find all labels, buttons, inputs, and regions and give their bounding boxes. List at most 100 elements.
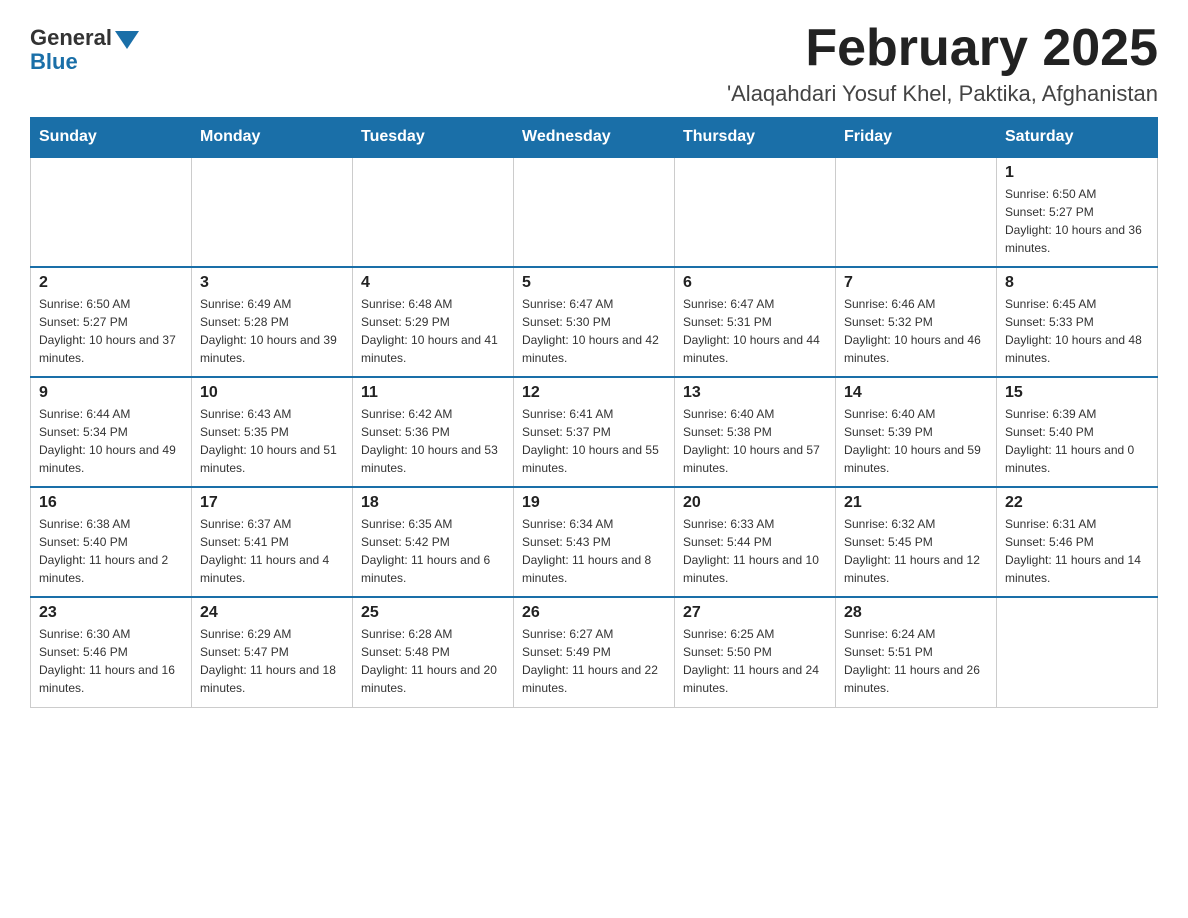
calendar-cell: 9 Sunrise: 6:44 AM Sunset: 5:34 PM Daylig… [31, 377, 192, 487]
day-info: Sunrise: 6:46 AM Sunset: 5:32 PM Dayligh… [844, 295, 988, 367]
calendar-cell [514, 157, 675, 267]
calendar-cell: 12 Sunrise: 6:41 AM Sunset: 5:37 PM Dayli… [514, 377, 675, 487]
day-number: 22 [1005, 494, 1149, 512]
day-info: Sunrise: 6:29 AM Sunset: 5:47 PM Dayligh… [200, 625, 344, 697]
calendar-cell: 3 Sunrise: 6:49 AM Sunset: 5:28 PM Daylig… [192, 267, 353, 377]
day-number: 21 [844, 494, 988, 512]
day-info: Sunrise: 6:47 AM Sunset: 5:31 PM Dayligh… [683, 295, 827, 367]
weekday-header-row: SundayMondayTuesdayWednesdayThursdayFrid… [31, 118, 1158, 158]
day-info: Sunrise: 6:30 AM Sunset: 5:46 PM Dayligh… [39, 625, 183, 697]
calendar-cell [353, 157, 514, 267]
day-info: Sunrise: 6:35 AM Sunset: 5:42 PM Dayligh… [361, 515, 505, 587]
day-number: 23 [39, 604, 183, 622]
location-title: 'Alaqahdari Yosuf Khel, Paktika, Afghani… [727, 81, 1158, 107]
calendar-cell: 16 Sunrise: 6:38 AM Sunset: 5:40 PM Dayli… [31, 487, 192, 597]
day-info: Sunrise: 6:44 AM Sunset: 5:34 PM Dayligh… [39, 405, 183, 477]
day-number: 5 [522, 274, 666, 292]
calendar-cell: 11 Sunrise: 6:42 AM Sunset: 5:36 PM Dayli… [353, 377, 514, 487]
page-header: General Blue February 2025 'Alaqahdari Y… [30, 20, 1158, 107]
calendar-cell: 20 Sunrise: 6:33 AM Sunset: 5:44 PM Dayli… [675, 487, 836, 597]
calendar-table: SundayMondayTuesdayWednesdayThursdayFrid… [30, 117, 1158, 708]
day-number: 28 [844, 604, 988, 622]
calendar-cell: 18 Sunrise: 6:35 AM Sunset: 5:42 PM Dayli… [353, 487, 514, 597]
day-number: 24 [200, 604, 344, 622]
day-number: 9 [39, 384, 183, 402]
calendar-cell: 25Sunrise: 6:28 AM Sunset: 5:48 PM Dayli… [353, 597, 514, 707]
month-title: February 2025 [727, 20, 1158, 77]
calendar-cell: 23 Sunrise: 6:30 AM Sunset: 5:46 PM Dayli… [31, 597, 192, 707]
day-info: Sunrise: 6:43 AM Sunset: 5:35 PM Dayligh… [200, 405, 344, 477]
calendar-cell: 19 Sunrise: 6:34 AM Sunset: 5:43 PM Dayli… [514, 487, 675, 597]
day-info: Sunrise: 6:47 AM Sunset: 5:30 PM Dayligh… [522, 295, 666, 367]
day-number: 2 [39, 274, 183, 292]
calendar-cell [675, 157, 836, 267]
day-info: Sunrise: 6:49 AM Sunset: 5:28 PM Dayligh… [200, 295, 344, 367]
day-info: Sunrise: 6:31 AM Sunset: 5:46 PM Dayligh… [1005, 515, 1149, 587]
day-number: 10 [200, 384, 344, 402]
day-info: Sunrise: 6:39 AM Sunset: 5:40 PM Dayligh… [1005, 405, 1149, 477]
day-number: 20 [683, 494, 827, 512]
day-info: Sunrise: 6:25 AM Sunset: 5:50 PM Dayligh… [683, 625, 827, 697]
day-info: Sunrise: 6:27 AM Sunset: 5:49 PM Dayligh… [522, 625, 666, 697]
day-info: Sunrise: 6:34 AM Sunset: 5:43 PM Dayligh… [522, 515, 666, 587]
weekday-header-sunday: Sunday [31, 118, 192, 158]
title-section: February 2025 'Alaqahdari Yosuf Khel, Pa… [727, 20, 1158, 107]
day-info: Sunrise: 6:24 AM Sunset: 5:51 PM Dayligh… [844, 625, 988, 697]
calendar-cell: 15 Sunrise: 6:39 AM Sunset: 5:40 PM Dayli… [997, 377, 1158, 487]
day-info: Sunrise: 6:50 AM Sunset: 5:27 PM Dayligh… [1005, 185, 1149, 257]
day-info: Sunrise: 6:28 AM Sunset: 5:48 PM Dayligh… [361, 625, 505, 697]
weekday-header-thursday: Thursday [675, 118, 836, 158]
day-info: Sunrise: 6:32 AM Sunset: 5:45 PM Dayligh… [844, 515, 988, 587]
weekday-header-tuesday: Tuesday [353, 118, 514, 158]
calendar-cell: 7 Sunrise: 6:46 AM Sunset: 5:32 PM Daylig… [836, 267, 997, 377]
day-info: Sunrise: 6:40 AM Sunset: 5:38 PM Dayligh… [683, 405, 827, 477]
calendar-cell [192, 157, 353, 267]
day-number: 11 [361, 384, 505, 402]
day-number: 14 [844, 384, 988, 402]
day-info: Sunrise: 6:41 AM Sunset: 5:37 PM Dayligh… [522, 405, 666, 477]
day-number: 12 [522, 384, 666, 402]
day-info: Sunrise: 6:42 AM Sunset: 5:36 PM Dayligh… [361, 405, 505, 477]
day-number: 8 [1005, 274, 1149, 292]
day-number: 13 [683, 384, 827, 402]
calendar-week-3: 9 Sunrise: 6:44 AM Sunset: 5:34 PM Daylig… [31, 377, 1158, 487]
day-number: 6 [683, 274, 827, 292]
logo-arrow-icon [115, 31, 139, 49]
day-info: Sunrise: 6:37 AM Sunset: 5:41 PM Dayligh… [200, 515, 344, 587]
calendar-week-5: 23 Sunrise: 6:30 AM Sunset: 5:46 PM Dayli… [31, 597, 1158, 707]
calendar-cell: 5 Sunrise: 6:47 AM Sunset: 5:30 PM Daylig… [514, 267, 675, 377]
day-info: Sunrise: 6:38 AM Sunset: 5:40 PM Dayligh… [39, 515, 183, 587]
day-number: 17 [200, 494, 344, 512]
calendar-cell: 4Sunrise: 6:48 AM Sunset: 5:29 PM Daylig… [353, 267, 514, 377]
calendar-cell: 17 Sunrise: 6:37 AM Sunset: 5:41 PM Dayli… [192, 487, 353, 597]
logo-blue-text: Blue [30, 49, 78, 75]
logo-general-text: General [30, 25, 112, 51]
calendar-cell: 14 Sunrise: 6:40 AM Sunset: 5:39 PM Dayli… [836, 377, 997, 487]
calendar-cell: 10 Sunrise: 6:43 AM Sunset: 5:35 PM Dayli… [192, 377, 353, 487]
calendar-cell: 24 Sunrise: 6:29 AM Sunset: 5:47 PM Dayli… [192, 597, 353, 707]
day-number: 27 [683, 604, 827, 622]
calendar-cell: 22 Sunrise: 6:31 AM Sunset: 5:46 PM Dayli… [997, 487, 1158, 597]
day-number: 15 [1005, 384, 1149, 402]
day-info: Sunrise: 6:45 AM Sunset: 5:33 PM Dayligh… [1005, 295, 1149, 367]
day-info: Sunrise: 6:40 AM Sunset: 5:39 PM Dayligh… [844, 405, 988, 477]
weekday-header-saturday: Saturday [997, 118, 1158, 158]
calendar-cell: 28 Sunrise: 6:24 AM Sunset: 5:51 PM Dayli… [836, 597, 997, 707]
calendar-week-4: 16 Sunrise: 6:38 AM Sunset: 5:40 PM Dayli… [31, 487, 1158, 597]
calendar-cell: 26 Sunrise: 6:27 AM Sunset: 5:49 PM Dayli… [514, 597, 675, 707]
day-number: 26 [522, 604, 666, 622]
calendar-cell: 2Sunrise: 6:50 AM Sunset: 5:27 PM Daylig… [31, 267, 192, 377]
day-number: 3 [200, 274, 344, 292]
day-number: 18 [361, 494, 505, 512]
day-info: Sunrise: 6:48 AM Sunset: 5:29 PM Dayligh… [361, 295, 505, 367]
day-info: Sunrise: 6:33 AM Sunset: 5:44 PM Dayligh… [683, 515, 827, 587]
day-number: 19 [522, 494, 666, 512]
calendar-cell: 6 Sunrise: 6:47 AM Sunset: 5:31 PM Daylig… [675, 267, 836, 377]
day-number: 16 [39, 494, 183, 512]
logo: General Blue [30, 20, 139, 75]
calendar-cell [31, 157, 192, 267]
calendar-cell [836, 157, 997, 267]
day-number: 7 [844, 274, 988, 292]
weekday-header-friday: Friday [836, 118, 997, 158]
calendar-cell: 21 Sunrise: 6:32 AM Sunset: 5:45 PM Dayli… [836, 487, 997, 597]
